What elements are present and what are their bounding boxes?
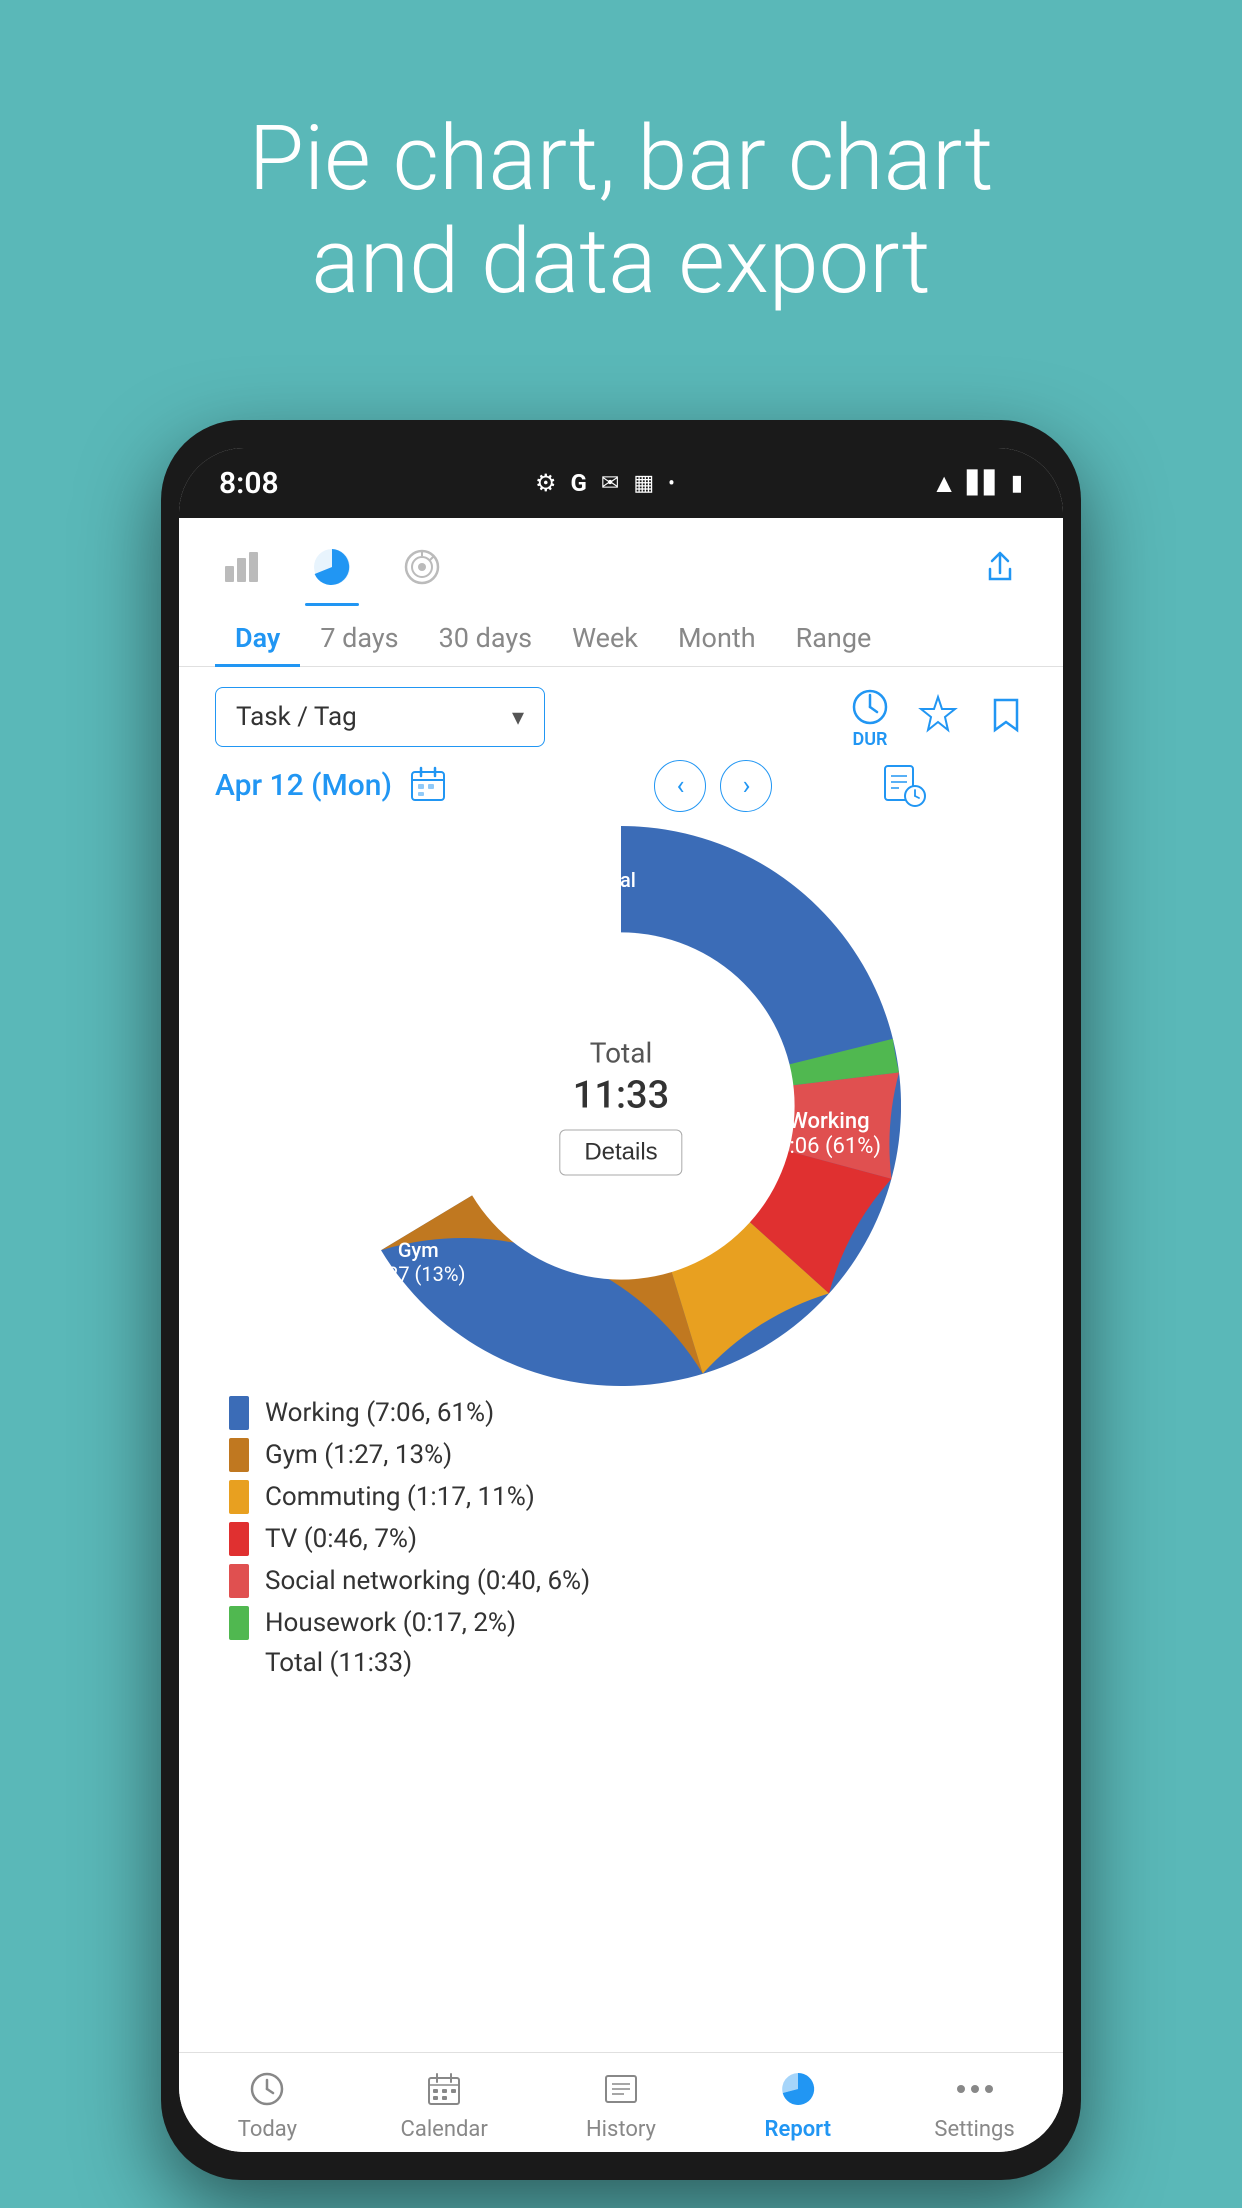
nav-history[interactable]: History bbox=[533, 2067, 710, 2142]
phone-screen: 8:08 ⚙ G ✉ ▦ • ▲ ▋▋ ▮ bbox=[179, 448, 1063, 2152]
wifi-icon: ▲ bbox=[931, 468, 957, 499]
chart-area: Total 11:33 Details Working 7:06 (61%) G… bbox=[179, 826, 1063, 1688]
nav-report[interactable]: Report bbox=[709, 2067, 886, 2142]
toolbar bbox=[179, 518, 1063, 594]
filter-dropdown[interactable]: Task / Tag ▾ bbox=[215, 687, 545, 747]
settings-icon: ⚙ bbox=[535, 469, 557, 497]
target-icon[interactable] bbox=[395, 540, 449, 594]
legend-label-working: Working (7:06, 61%) bbox=[265, 1398, 494, 1428]
nav-calendar[interactable]: Calendar bbox=[356, 2067, 533, 2142]
legend-label-commuting: Commuting (1:17, 11%) bbox=[265, 1482, 535, 1512]
calendar-nav-icon bbox=[418, 2067, 470, 2111]
social-label: Social bbox=[581, 868, 636, 892]
status-time: 8:08 bbox=[219, 466, 279, 501]
legend-item-commuting: Commuting (1:17, 11%) bbox=[229, 1480, 1013, 1514]
filter-actions: DUR bbox=[849, 685, 1027, 750]
tab-7days[interactable]: 7 days bbox=[300, 612, 418, 666]
google-icon: G bbox=[571, 469, 587, 497]
signal-icon: ▋▋ bbox=[967, 471, 1001, 496]
more-icon bbox=[949, 2067, 1001, 2111]
share-button[interactable] bbox=[973, 540, 1027, 594]
filter-text: Task / Tag bbox=[236, 702, 500, 732]
legend-item-tv: TV (0:46, 7%) bbox=[229, 1522, 1013, 1556]
pie-chart-icon[interactable] bbox=[305, 540, 359, 594]
legend-label-housework: Housework (0:17, 2%) bbox=[265, 1608, 516, 1638]
star-button[interactable] bbox=[915, 692, 961, 742]
tab-month[interactable]: Month bbox=[658, 612, 776, 666]
legend-label-social: Social networking (0:40, 6%) bbox=[265, 1566, 590, 1596]
header-title: Pie chart, bar chart and data export bbox=[169, 107, 1074, 314]
bar-chart-icon[interactable] bbox=[215, 540, 269, 594]
nav-prev-button[interactable]: ‹ bbox=[654, 760, 706, 812]
filter-row: Task / Tag ▾ DUR bbox=[179, 667, 1063, 760]
duration-button[interactable]: DUR bbox=[849, 685, 891, 750]
status-bar: 8:08 ⚙ G ✉ ▦ • ▲ ▋▋ ▮ bbox=[179, 448, 1063, 518]
working-label: Working 7:06 (61%) bbox=[777, 1109, 881, 1159]
nav-calendar-label: Calendar bbox=[401, 2117, 488, 2142]
dot-icon: • bbox=[668, 471, 675, 495]
total-value: 11:33 bbox=[559, 1073, 682, 1117]
legend-total: Total (11:33) bbox=[229, 1648, 1013, 1678]
bookmark-button[interactable] bbox=[985, 694, 1027, 740]
battery-icon: ▮ bbox=[1011, 471, 1023, 496]
tab-30days[interactable]: 30 days bbox=[419, 612, 552, 666]
legend-label-gym: Gym (1:27, 13%) bbox=[265, 1440, 452, 1470]
date-display: Apr 12 (Mon) bbox=[215, 764, 448, 808]
tab-range[interactable]: Range bbox=[776, 612, 892, 666]
phone-frame: 8:08 ⚙ G ✉ ▦ • ▲ ▋▋ ▮ bbox=[161, 420, 1081, 2180]
legend-item-gym: Gym (1:27, 13%) bbox=[229, 1438, 1013, 1472]
total-label: Total bbox=[559, 1036, 682, 1069]
calendar-icon[interactable] bbox=[408, 764, 448, 808]
tab-week[interactable]: Week bbox=[552, 612, 658, 666]
commut-label: Commut 1:17 bbox=[391, 1036, 468, 1084]
legend-item-housework: Housework (0:17, 2%) bbox=[229, 1606, 1013, 1640]
details-button[interactable]: Details bbox=[559, 1129, 682, 1175]
legend: Working (7:06, 61%) Gym (1:27, 13%) Comm… bbox=[179, 1386, 1063, 1688]
app-content: Day 7 days 30 days Week Month Range Task… bbox=[179, 518, 1063, 2152]
photo-icon: ▦ bbox=[633, 471, 654, 496]
report-schedule-button[interactable] bbox=[879, 760, 927, 812]
dropdown-arrow-icon: ▾ bbox=[512, 703, 524, 731]
nav-today[interactable]: Today bbox=[179, 2067, 356, 2142]
status-icons-left: ⚙ G ✉ ▦ • bbox=[535, 469, 675, 497]
date-nav-right: ‹ › bbox=[654, 760, 772, 812]
report-pie-icon bbox=[772, 2067, 824, 2111]
pie-center: Total 11:33 Details bbox=[559, 1036, 682, 1175]
date-row: Apr 12 (Mon) ‹ bbox=[179, 760, 1063, 826]
nav-history-label: History bbox=[586, 2117, 656, 2142]
gym-label: Gym 1:27 (13%) bbox=[371, 1238, 465, 1286]
legend-label-tv: TV (0:46, 7%) bbox=[265, 1524, 417, 1554]
nav-settings[interactable]: Settings bbox=[886, 2067, 1063, 2142]
legend-item-social: Social networking (0:40, 6%) bbox=[229, 1564, 1013, 1598]
date-text: Apr 12 (Mon) bbox=[215, 768, 392, 803]
pie-container: Total 11:33 Details Working 7:06 (61%) G… bbox=[341, 826, 901, 1386]
bottom-nav: Today bbox=[179, 2052, 1063, 2152]
nav-today-label: Today bbox=[238, 2117, 297, 2142]
clock-icon bbox=[241, 2067, 293, 2111]
header-area: Pie chart, bar chart and data export bbox=[0, 0, 1242, 420]
gmail-icon: ✉ bbox=[601, 471, 619, 496]
tab-day[interactable]: Day bbox=[215, 612, 300, 667]
legend-item-working: Working (7:06, 61%) bbox=[229, 1396, 1013, 1430]
status-right-icons: ▲ ▋▋ ▮ bbox=[931, 468, 1023, 499]
dur-label: DUR bbox=[853, 729, 888, 750]
nav-next-button[interactable]: › bbox=[720, 760, 772, 812]
nav-report-label: Report bbox=[765, 2117, 831, 2142]
tv-label: TV 0:46 bbox=[491, 916, 530, 964]
toolbar-left bbox=[215, 540, 449, 594]
nav-settings-label: Settings bbox=[934, 2117, 1014, 2142]
list-icon bbox=[595, 2067, 647, 2111]
